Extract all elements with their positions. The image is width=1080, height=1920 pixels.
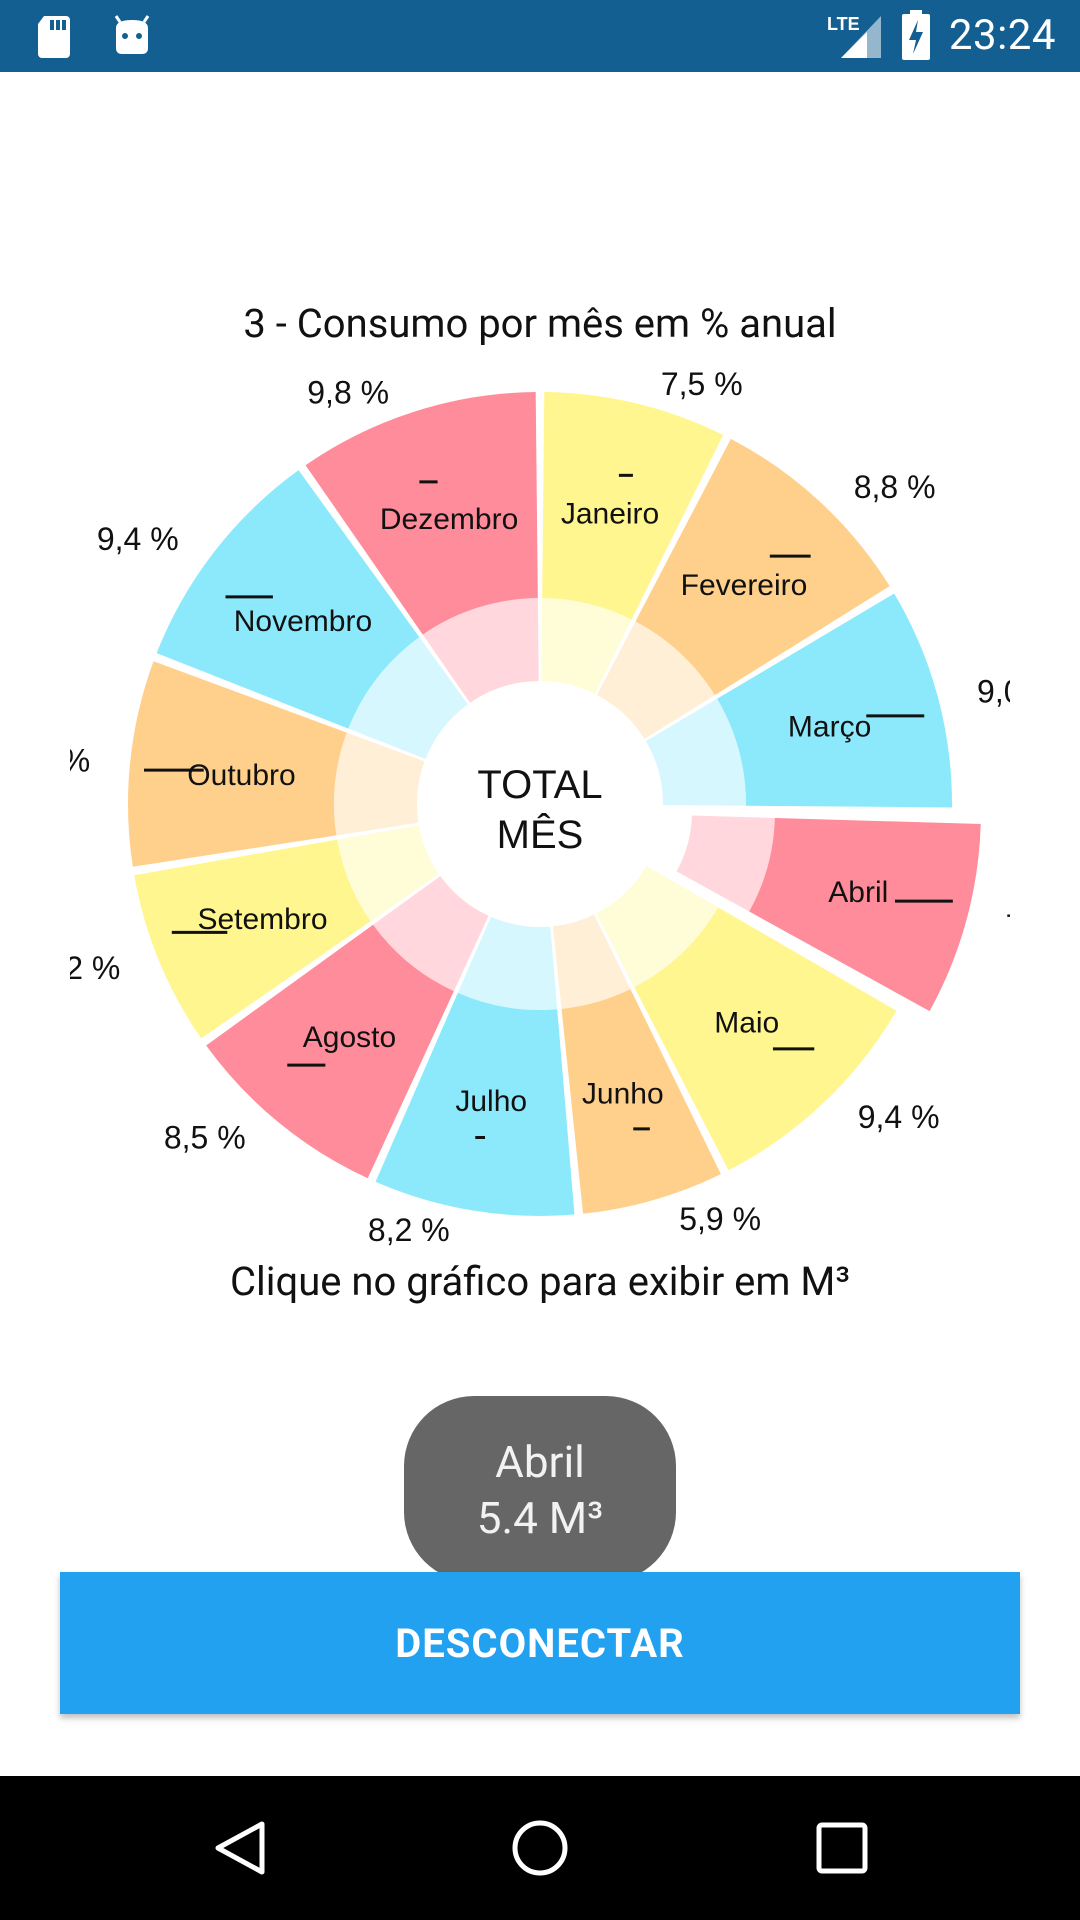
pie-chart[interactable]: Janeiro 7,5 % Fevereiro 8,8 % Março 9,0 % Abri… — [8, 366, 1080, 1250]
slice-value-novembro: 9,4 % — [97, 521, 179, 557]
slice-label-marco: Março — [788, 711, 871, 744]
slice-value-agosto: 8,5 % — [164, 1120, 246, 1156]
slice-label-outubro: Outubro — [187, 759, 295, 792]
slice-label-agosto: Agosto — [303, 1021, 396, 1054]
slice-value-junho: 5,9 % — [679, 1201, 761, 1237]
center-label-line: TOTAL — [477, 763, 602, 807]
slice-label-maio: Maio — [714, 1006, 779, 1039]
pie-chart-svg[interactable]: Janeiro 7,5 % Fevereiro 8,8 % Março 9,0 % Abri… — [8, 366, 1080, 1250]
slice-label-novembro: Novembro — [234, 605, 372, 638]
slice-value-janeiro: 7,5 % — [661, 370, 743, 402]
slice-label-fevereiro: Fevereiro — [681, 569, 808, 602]
back-icon[interactable] — [210, 1818, 270, 1878]
slice-value-julho: 8,2 % — [368, 1212, 450, 1248]
signal-icon: LTE — [827, 14, 881, 58]
sd-card-icon — [38, 16, 70, 58]
slice-label-julho: Julho — [455, 1085, 527, 1118]
slice-label-junho: Junho — [582, 1077, 664, 1110]
slice-label-janeiro: Janeiro — [561, 497, 659, 530]
slice-label-dezembro: Dezembro — [380, 503, 518, 536]
home-icon[interactable] — [510, 1818, 570, 1878]
slice-value-outubro: 8,4 % — [70, 743, 90, 779]
toast: Abril 5.4 M³ — [404, 1396, 676, 1582]
status-bar: LTE 23:24 — [0, 0, 1080, 72]
chart-hint: Clique no gráfico para exibir em M³ — [230, 1258, 850, 1305]
disconnect-button[interactable]: DESCONECTAR — [60, 1572, 1020, 1714]
toast-value: 5.4 M³ — [476, 1492, 604, 1544]
slice-value-fevereiro: 8,8 % — [854, 469, 936, 505]
slice-value-marco: 9,0 % — [977, 673, 1010, 709]
slice-value-maio: 9,4 % — [858, 1099, 940, 1135]
slice-value-setembro: 7,2 % — [70, 950, 120, 986]
battery-charging-icon — [901, 10, 930, 60]
clock: 23:24 — [948, 10, 1056, 60]
nav-bar — [0, 1776, 1080, 1920]
slice-value-abril: 7,9 % — [1006, 908, 1010, 944]
recents-icon[interactable] — [812, 1818, 872, 1878]
chart-title: 3 - Consumo por mês em % anual — [243, 300, 837, 347]
svg-text:LTE: LTE — [827, 14, 860, 34]
toast-month: Abril — [495, 1436, 585, 1488]
slice-value-dezembro: 9,8 % — [307, 374, 389, 410]
android-debug-icon — [114, 15, 150, 54]
slice-label-abril: Abril — [828, 876, 888, 909]
center-label-line: MÊS — [497, 812, 584, 857]
